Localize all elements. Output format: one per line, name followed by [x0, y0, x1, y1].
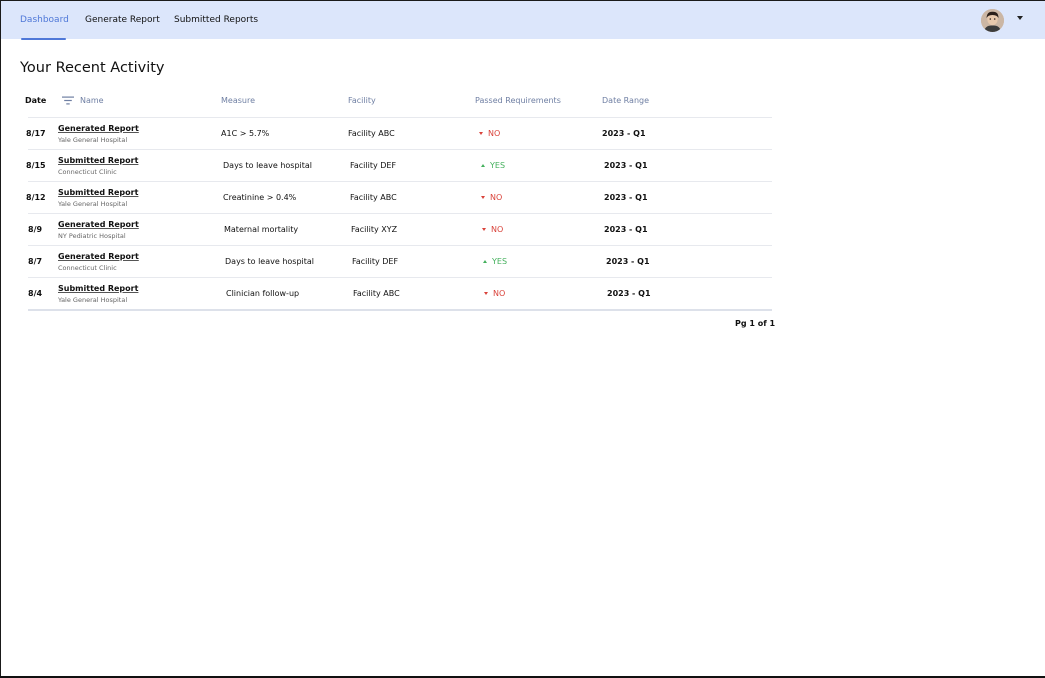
- row-date: 8/4: [28, 289, 43, 298]
- row-facility: Facility XYZ: [351, 225, 398, 234]
- status-badge: NO: [479, 129, 500, 138]
- tab-dashboard[interactable]: Dashboard: [20, 15, 69, 25]
- report-location: NY Pediatric Hospital: [58, 232, 126, 240]
- status-badge: NO: [484, 289, 505, 298]
- up-triangle-icon: [483, 260, 487, 263]
- row-date-range: 2023 - Q1: [602, 129, 646, 138]
- row-facility: Facility ABC: [348, 129, 395, 138]
- row-divider: [28, 181, 772, 182]
- report-name-link[interactable]: Generated Report: [58, 220, 139, 229]
- column-header-date[interactable]: Date: [25, 96, 46, 105]
- row-date-range: 2023 - Q1: [604, 193, 648, 202]
- page-title: Your Recent Activity: [20, 60, 165, 76]
- user-avatar[interactable]: [981, 9, 1004, 32]
- down-triangle-icon: [481, 196, 485, 199]
- column-header-passed-requirements[interactable]: Passed Requirements: [475, 96, 561, 105]
- down-triangle-icon: [482, 228, 486, 231]
- status-text: NO: [491, 225, 504, 234]
- report-name-link[interactable]: Submitted Report: [58, 284, 138, 293]
- status-badge: YES: [483, 257, 507, 266]
- top-navigation-bar: Dashboard Generate Report Submitted Repo…: [1, 1, 1045, 40]
- row-measure: Maternal mortality: [224, 225, 299, 234]
- row-facility: Facility ABC: [353, 289, 400, 298]
- column-header-date-range[interactable]: Date Range: [602, 96, 649, 105]
- status-text: YES: [490, 161, 506, 170]
- table-divider: [28, 117, 772, 118]
- report-location: Yale General Hospital: [58, 200, 128, 208]
- row-measure: Days to leave hospital: [223, 161, 313, 170]
- column-header-measure[interactable]: Measure: [221, 96, 255, 105]
- filter-icon[interactable]: [62, 96, 74, 105]
- row-facility: Facility ABC: [350, 193, 397, 202]
- row-facility: Facility DEF: [352, 257, 399, 266]
- row-divider: [28, 149, 772, 150]
- status-badge: NO: [481, 193, 502, 202]
- row-date-range: 2023 - Q1: [607, 289, 651, 298]
- row-divider: [28, 277, 772, 278]
- row-measure: Clinician follow-up: [226, 289, 300, 298]
- report-name-link[interactable]: Submitted Report: [58, 188, 138, 197]
- column-header-facility[interactable]: Facility: [348, 96, 376, 105]
- caret-down-icon[interactable]: [1017, 16, 1023, 20]
- row-date: 8/15: [26, 161, 46, 170]
- row-measure: A1C > 5.7%: [221, 129, 270, 138]
- row-measure: Creatinine > 0.4%: [223, 193, 297, 202]
- row-facility: Facility DEF: [350, 161, 397, 170]
- report-location: Yale General Hospital: [58, 136, 128, 144]
- table-bottom-border: [28, 309, 772, 311]
- avatar-portrait-icon: [981, 9, 1004, 32]
- report-location: Connecticut Clinic: [58, 168, 117, 176]
- row-date-range: 2023 - Q1: [604, 225, 648, 234]
- active-tab-indicator: [21, 38, 66, 40]
- report-name-link[interactable]: Generated Report: [58, 124, 139, 133]
- report-location: Connecticut Clinic: [58, 264, 117, 272]
- status-badge: NO: [482, 225, 503, 234]
- column-header-name[interactable]: Name: [80, 96, 104, 105]
- row-divider: [28, 213, 772, 214]
- row-date-range: 2023 - Q1: [604, 161, 648, 170]
- status-text: NO: [493, 289, 506, 298]
- down-triangle-icon: [479, 132, 483, 135]
- row-measure: Days to leave hospital: [225, 257, 315, 266]
- row-date-range: 2023 - Q1: [606, 257, 650, 266]
- status-text: YES: [492, 257, 508, 266]
- pagination-label: Pg 1 of 1: [735, 319, 776, 328]
- row-date: 8/17: [26, 129, 46, 138]
- up-triangle-icon: [481, 164, 485, 167]
- report-name-link[interactable]: Submitted Report: [58, 156, 138, 165]
- row-date: 8/9: [28, 225, 43, 234]
- status-badge: YES: [481, 161, 505, 170]
- row-divider: [28, 245, 772, 246]
- row-date: 8/7: [28, 257, 43, 266]
- report-name-link[interactable]: Generated Report: [58, 252, 139, 261]
- row-date: 8/12: [26, 193, 46, 202]
- down-triangle-icon: [484, 292, 488, 295]
- status-text: NO: [490, 193, 503, 202]
- report-location: Yale General Hospital: [58, 296, 128, 304]
- status-text: NO: [488, 129, 501, 138]
- tab-submitted-reports[interactable]: Submitted Reports: [174, 15, 258, 25]
- tab-generate-report[interactable]: Generate Report: [85, 15, 160, 25]
